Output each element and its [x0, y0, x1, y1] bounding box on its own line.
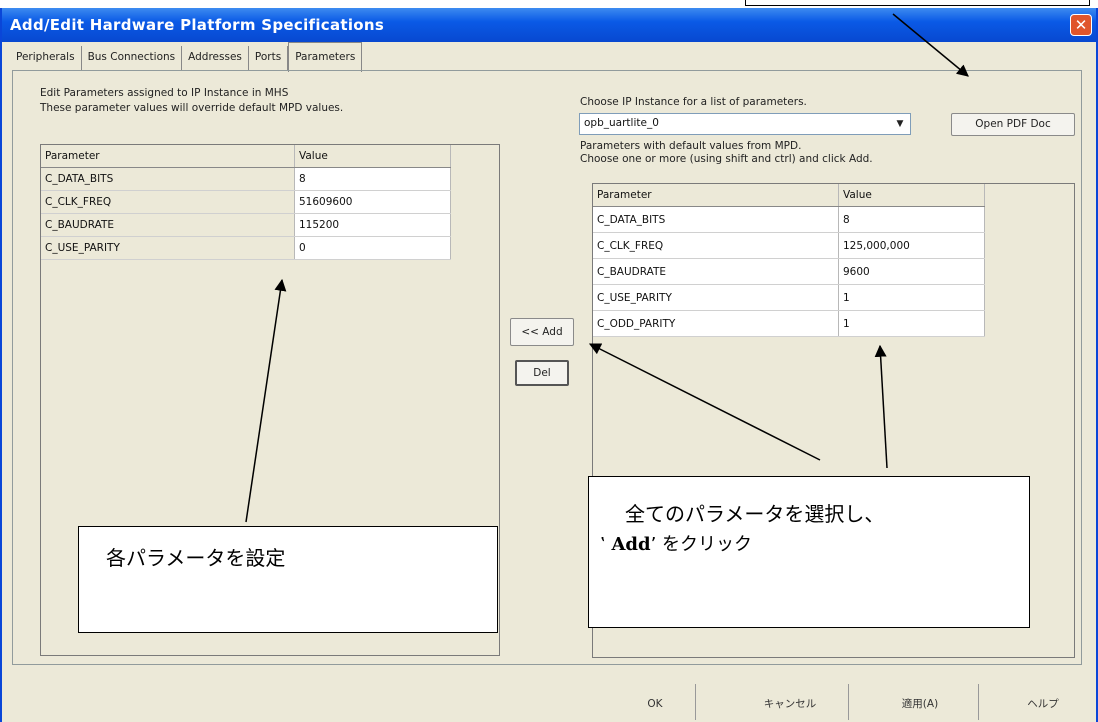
annotation-arrows — [245, 13, 969, 523]
arrow-to-left-values — [245, 278, 287, 523]
arrow-to-add-button — [588, 343, 821, 461]
arrow-to-right-values — [874, 344, 888, 469]
arrow-to-open-pdf — [892, 13, 969, 77]
